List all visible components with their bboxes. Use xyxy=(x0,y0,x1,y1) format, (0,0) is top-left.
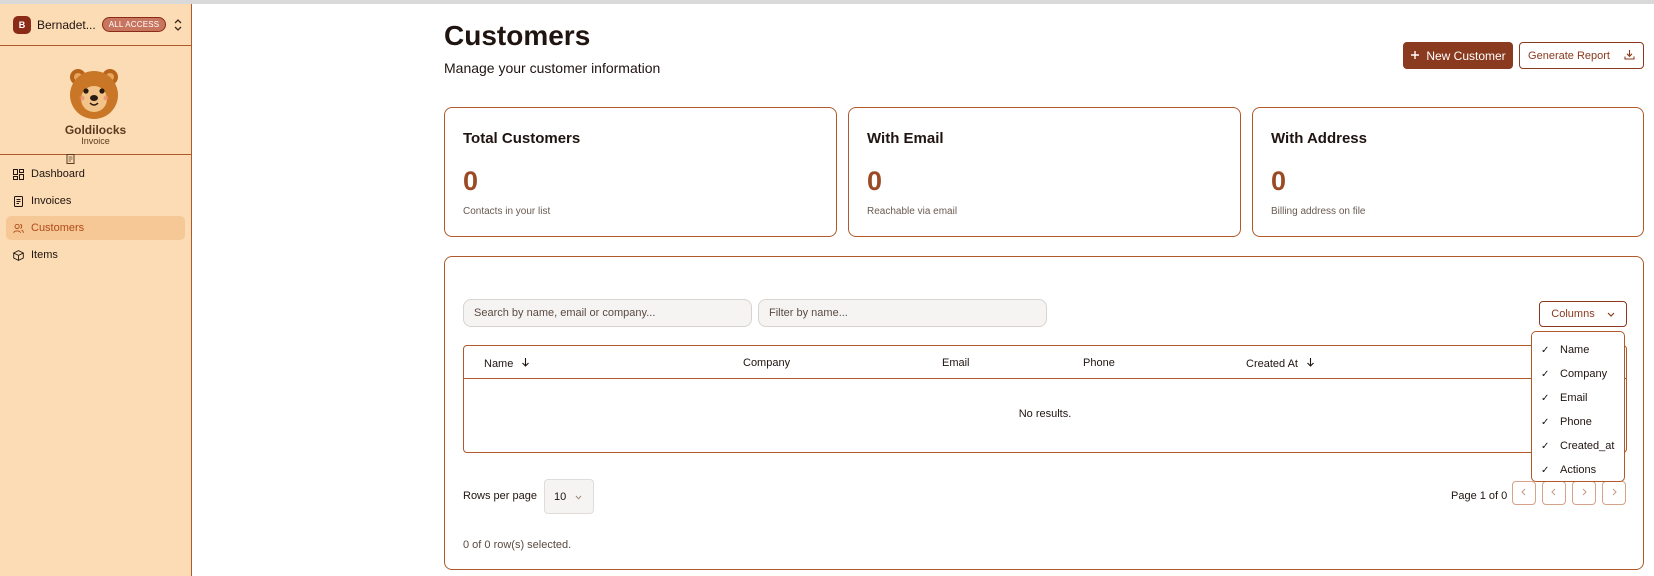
sidebar-item-label: Items xyxy=(31,249,58,261)
column-header-created-at[interactable]: Created At xyxy=(1246,357,1315,370)
chevron-right-icon xyxy=(1580,488,1588,499)
access-badge: ALL ACCESS xyxy=(101,17,167,32)
download-icon xyxy=(1624,49,1635,63)
check-icon: ✓ xyxy=(1541,368,1550,380)
invoice-icon xyxy=(13,195,24,207)
column-header-label: Phone xyxy=(1083,357,1115,369)
previous-page-button[interactable] xyxy=(1542,481,1566,505)
sidebar-item-label: Invoices xyxy=(31,195,72,207)
column-toggle-company[interactable]: ✓ Company xyxy=(1532,362,1624,386)
page-title: Customers xyxy=(444,20,591,51)
empty-state-text: No results. xyxy=(1018,408,1072,420)
account-switcher[interactable]: B Bernadet... ALL ACCESS xyxy=(0,4,191,46)
search-input[interactable] xyxy=(463,299,752,327)
chevron-up-down-icon[interactable] xyxy=(174,18,182,31)
sort-arrow-down-icon xyxy=(1306,357,1315,370)
rows-per-page-value: 10 xyxy=(554,490,567,503)
sidebar-item-customers[interactable]: Customers xyxy=(6,216,185,240)
stat-card-total-customers: Total Customers 0 Contacts in your list xyxy=(444,107,837,237)
check-icon: ✓ xyxy=(1541,464,1550,476)
column-toggle-phone[interactable]: ✓ Phone xyxy=(1532,410,1624,434)
first-page-button[interactable] xyxy=(1512,481,1536,505)
stat-description: Reachable via email xyxy=(867,206,958,217)
column-toggle-label: Actions xyxy=(1560,464,1597,476)
column-toggle-label: Name xyxy=(1560,344,1590,356)
selection-summary: 0 of 0 row(s) selected. xyxy=(463,539,572,551)
chevrons-left-icon xyxy=(1520,488,1528,499)
sort-arrow-down-icon xyxy=(521,357,530,370)
sidebar-item-label: Dashboard xyxy=(31,168,85,180)
stat-title: Total Customers xyxy=(463,130,581,147)
brand-title: Goldilocks xyxy=(64,123,127,137)
column-header-name[interactable]: Name xyxy=(484,357,530,370)
bear-logo-icon xyxy=(70,69,118,119)
next-page-button[interactable] xyxy=(1572,481,1596,505)
sidebar: B Bernadet... ALL ACCESS Goldilocks Invo… xyxy=(0,4,192,576)
dashboard-icon xyxy=(13,168,24,180)
users-icon xyxy=(13,223,24,234)
sidebar-item-label: Customers xyxy=(31,222,85,234)
sidebar-item-invoices[interactable]: Invoices xyxy=(6,189,185,213)
columns-label: Columns xyxy=(1551,308,1595,320)
check-icon: ✓ xyxy=(1541,344,1550,356)
column-toggle-label: Created_at xyxy=(1560,440,1615,452)
column-header-email[interactable]: Email xyxy=(942,357,970,369)
rows-per-page-label: Rows per page xyxy=(463,490,537,502)
stat-card-with-address: With Address 0 Billing address on file xyxy=(1252,107,1644,237)
account-avatar: B xyxy=(13,15,31,34)
page-subtitle: Manage your customer information xyxy=(444,60,661,76)
column-toggle-label: Company xyxy=(1560,368,1608,380)
rows-per-page-select[interactable]: 10 xyxy=(544,479,594,514)
brand-subtitle: Invoice xyxy=(0,136,191,164)
stat-value: 0 xyxy=(463,166,479,196)
top-border xyxy=(0,0,1654,4)
column-toggle-actions[interactable]: ✓ Actions xyxy=(1532,458,1624,482)
box-icon xyxy=(13,249,24,261)
customers-table-panel: Columns Name Company Email Phone Create xyxy=(444,256,1644,570)
new-customer-label: New Customer xyxy=(1426,48,1506,63)
generate-report-label: Generate Report xyxy=(1528,49,1610,62)
column-header-label: Created At xyxy=(1246,357,1298,370)
column-header-label: Email xyxy=(942,357,970,369)
name-filter-input[interactable] xyxy=(758,299,1047,327)
stat-card-with-email: With Email 0 Reachable via email xyxy=(848,107,1241,237)
column-toggle-name[interactable]: ✓ Name xyxy=(1532,338,1624,362)
stat-value: 0 xyxy=(867,166,883,196)
column-toggle-label: Email xyxy=(1560,392,1588,404)
brand-logo: Goldilocks Invoice xyxy=(0,47,191,164)
chevron-down-icon xyxy=(1607,308,1615,320)
stat-description: Billing address on file xyxy=(1271,206,1366,217)
stat-title: With Address xyxy=(1271,130,1367,147)
column-toggle-email[interactable]: ✓ Email xyxy=(1532,386,1624,410)
columns-button[interactable]: Columns xyxy=(1539,301,1627,327)
column-toggle-label: Phone xyxy=(1560,416,1592,428)
columns-dropdown-menu: ✓ Name ✓ Company ✓ Email ✓ Phone ✓ Creat… xyxy=(1531,331,1625,482)
brand-subtitle-text: Invoice xyxy=(81,136,110,146)
column-toggle-created-at[interactable]: ✓ Created_at xyxy=(1532,434,1624,458)
check-icon: ✓ xyxy=(1541,392,1550,404)
new-customer-button[interactable]: New Customer xyxy=(1403,42,1513,69)
chevron-down-icon xyxy=(575,491,582,503)
chevron-left-icon xyxy=(1550,488,1558,499)
column-header-phone[interactable]: Phone xyxy=(1083,357,1115,369)
account-name: Bernadet... xyxy=(37,17,96,32)
column-header-label: Name xyxy=(484,357,514,370)
generate-report-button[interactable]: Generate Report xyxy=(1519,42,1644,69)
sidebar-item-items[interactable]: Items xyxy=(6,243,185,267)
check-icon: ✓ xyxy=(1541,416,1550,428)
sidebar-item-dashboard[interactable]: Dashboard xyxy=(6,162,185,186)
table-header: Name Company Email Phone Created At xyxy=(464,346,1626,379)
customers-table: Name Company Email Phone Created At No r… xyxy=(463,345,1627,453)
chevrons-right-icon xyxy=(1610,488,1618,499)
stat-title: With Email xyxy=(867,130,944,147)
plus-icon xyxy=(1410,49,1420,63)
stat-description: Contacts in your list xyxy=(463,206,551,217)
sidebar-nav: Dashboard Invoices Customers Items xyxy=(6,162,185,270)
column-header-company[interactable]: Company xyxy=(743,357,790,369)
last-page-button[interactable] xyxy=(1602,481,1626,505)
check-icon: ✓ xyxy=(1541,440,1550,452)
page-info: Page 1 of 0 xyxy=(1451,490,1508,502)
column-header-label: Company xyxy=(743,357,791,369)
stat-value: 0 xyxy=(1271,166,1287,196)
